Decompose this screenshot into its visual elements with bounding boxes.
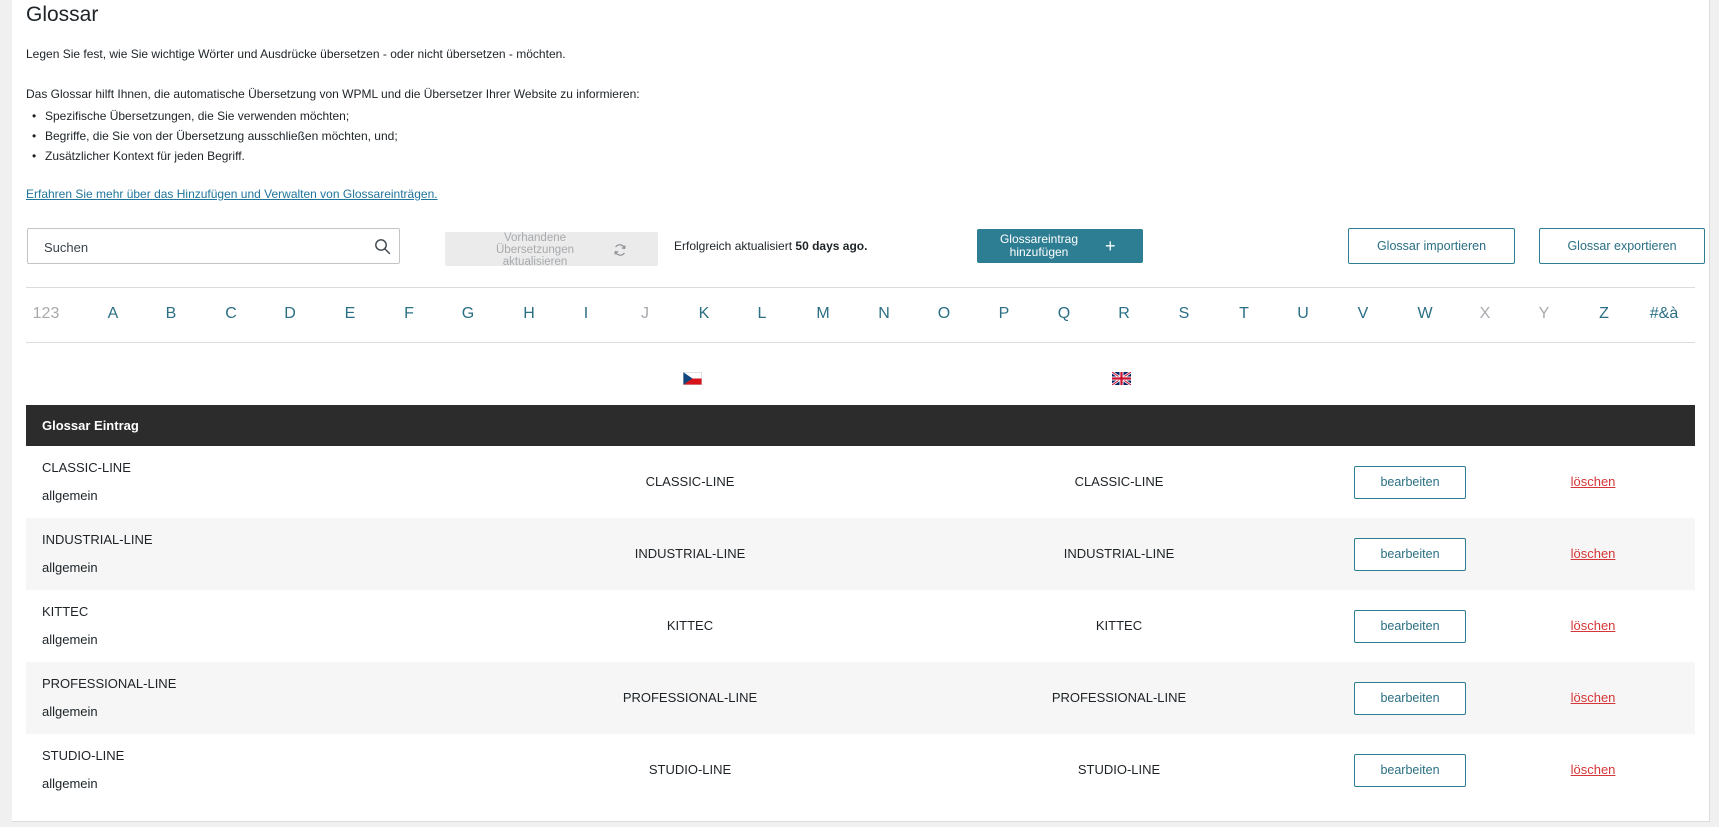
delete-link[interactable]: löschen [1571, 762, 1616, 777]
target-translation: KITTEC [1095, 618, 1143, 633]
source-translation: KITTEC [666, 618, 714, 633]
alphabet-filter-w[interactable]: W [1417, 305, 1432, 323]
bullet-dot: • [32, 129, 37, 143]
alphabet-filter-g[interactable]: G [462, 305, 474, 323]
search-input[interactable] [44, 238, 354, 256]
search-icon[interactable] [374, 238, 391, 255]
alphabet-filter-y: Y [1538, 305, 1550, 322]
feature-list-item: • Begriffe, die Sie von der Übersetzung a… [26, 126, 398, 146]
alphabet-filter-z[interactable]: Z [1599, 305, 1609, 323]
status-prefix: Erfolgreich aktualisiert [674, 239, 793, 253]
refresh-icon [614, 244, 626, 256]
target-translation: STUDIO-LINE [1077, 762, 1161, 777]
edit-button[interactable]: bearbeiten [1354, 538, 1466, 571]
delete-link[interactable]: löschen [1571, 546, 1616, 561]
source-translation: STUDIO-LINE [648, 762, 732, 777]
alphabet-filter-f[interactable]: F [404, 305, 414, 323]
glossary-term: CLASSIC-LINE [42, 460, 131, 475]
table-row: INDUSTRIAL-LINE allgemein INDUSTRIAL-LINE I… [26, 518, 1695, 590]
bullet-dot: • [32, 109, 37, 123]
table-row: STUDIO-LINE allgemein STUDIO-LINE STUDIO-LI… [26, 734, 1695, 806]
glossary-term: KITTEC [42, 604, 89, 619]
alphabet-filter-s[interactable]: S [1179, 305, 1190, 323]
alphabet-filter-p[interactable]: P [999, 305, 1010, 323]
glossary-term: STUDIO-LINE [42, 748, 125, 763]
learn-more-link[interactable]: Erfahren Sie mehr über das Hinzufügen un… [26, 187, 438, 201]
alphabet-filter-d[interactable]: D [284, 305, 296, 323]
alphabet-filter-i[interactable]: I [584, 305, 588, 323]
glossary-category: allgemein [42, 632, 98, 647]
alphabet-filter-v[interactable]: V [1358, 305, 1369, 323]
alphabet-filter-a[interactable]: A [108, 305, 119, 323]
alphabet-filter-t[interactable]: T [1239, 305, 1249, 323]
status-time: 50 days ago. [795, 239, 868, 253]
edit-button[interactable]: bearbeiten [1354, 682, 1466, 715]
feature-list-item: • Zusätzlicher Kontext für jeden Begriff. [26, 146, 398, 166]
import-glossary-button[interactable]: Glossar importieren [1348, 228, 1515, 264]
glossary-category: allgemein [42, 560, 98, 575]
source-translation: INDUSTRIAL-LINE [634, 546, 746, 561]
delete-link[interactable]: löschen [1571, 618, 1616, 633]
alphabet-filter-u[interactable]: U [1297, 305, 1309, 323]
intro-text: Legen Sie fest, wie Sie wichtige Wörter … [26, 47, 566, 61]
alphabet-filter-x: X [1479, 305, 1491, 322]
column-header-entry: Glossar Eintrag [42, 418, 139, 433]
alphabet-filter-special[interactable]: #&à [1650, 305, 1678, 323]
target-translation: PROFESSIONAL-LINE [1051, 690, 1187, 705]
alphabet-filter-e[interactable]: E [345, 305, 356, 323]
table-row: CLASSIC-LINE allgemein CLASSIC-LINE CLASSIC… [26, 446, 1695, 518]
feature-text: Zusätzlicher Kontext für jeden Begriff. [45, 149, 245, 163]
help-text: Das Glossar hilft Ihnen, die automatisch… [26, 87, 640, 101]
alphabet-filter-h[interactable]: H [523, 305, 535, 323]
table-row: KITTEC allgemein KITTEC KITTEC bearbeiten lös… [26, 590, 1695, 662]
feature-list: • Spezifische Übersetzungen, die Sie verw… [26, 106, 398, 166]
refresh-translations-button[interactable]: Vorhandene Übersetzungen aktualisieren [445, 232, 658, 268]
alphabet-filter-123: 123 [32, 305, 60, 322]
alphabet-filter-n[interactable]: N [878, 305, 890, 323]
alphabet-filter-q[interactable]: Q [1058, 305, 1070, 323]
add-glossary-entry-button[interactable]: Glossareintrag hinzufügen + [977, 229, 1143, 263]
source-translation: PROFESSIONAL-LINE [622, 690, 758, 705]
alphabet-filter-b[interactable]: B [166, 305, 177, 323]
feature-text: Begriffe, die Sie von der Übersetzung au… [45, 129, 398, 143]
edit-button[interactable]: bearbeiten [1354, 610, 1466, 643]
alphabet-filter-c[interactable]: C [225, 305, 237, 323]
page-title: Glossar [26, 3, 99, 26]
edit-button[interactable]: bearbeiten [1354, 754, 1466, 787]
bullet-dot: • [32, 149, 37, 163]
alphabet-filter-j: J [641, 305, 649, 322]
delete-link[interactable]: löschen [1571, 474, 1616, 489]
add-glossary-entry-label: Glossareintrag hinzufügen [999, 232, 1079, 259]
glossary-category: allgemein [42, 776, 98, 791]
feature-list-item: • Spezifische Übersetzungen, die Sie verw… [26, 106, 398, 126]
feature-text: Spezifische Übersetzungen, die Sie verwe… [45, 109, 350, 123]
source-translation: CLASSIC-LINE [645, 474, 735, 489]
alphabet-filter-m[interactable]: M [816, 305, 829, 323]
glossary-term: INDUSTRIAL-LINE [42, 532, 153, 547]
edit-button[interactable]: bearbeiten [1354, 466, 1466, 499]
uk-flag-icon [1112, 372, 1131, 385]
glossary-panel: Glossar Legen Sie fest, wie Sie wichtige… [12, 0, 1710, 822]
export-glossary-button[interactable]: Glossar exportieren [1539, 228, 1705, 264]
glossary-term: PROFESSIONAL-LINE [42, 676, 177, 691]
target-translation: CLASSIC-LINE [1074, 474, 1164, 489]
alphabet-filter-o[interactable]: O [938, 305, 950, 323]
alphabet-filter: 123 A B C D E F G H I J K L M N O P Q R S T U V W X Y Z #&à [26, 287, 1695, 343]
refresh-translations-label: Vorhandene Übersetzungen aktualisieren [496, 232, 574, 268]
search-box [27, 228, 400, 264]
glossary-category: allgemein [42, 488, 98, 503]
alphabet-filter-l[interactable]: L [758, 305, 767, 323]
target-translation: INDUSTRIAL-LINE [1063, 546, 1175, 561]
alphabet-filter-r[interactable]: R [1118, 305, 1130, 323]
czech-flag-icon [683, 372, 702, 385]
plus-icon: + [1105, 236, 1116, 256]
update-status: Erfolgreich aktualisiert 50 days ago. [674, 239, 867, 253]
alphabet-filter-k[interactable]: K [699, 305, 710, 323]
table-row: PROFESSIONAL-LINE allgemein PROFESSIONAL-L… [26, 662, 1695, 734]
glossary-category: allgemein [42, 704, 98, 719]
delete-link[interactable]: löschen [1571, 690, 1616, 705]
table-header: Glossar Eintrag [26, 405, 1695, 446]
